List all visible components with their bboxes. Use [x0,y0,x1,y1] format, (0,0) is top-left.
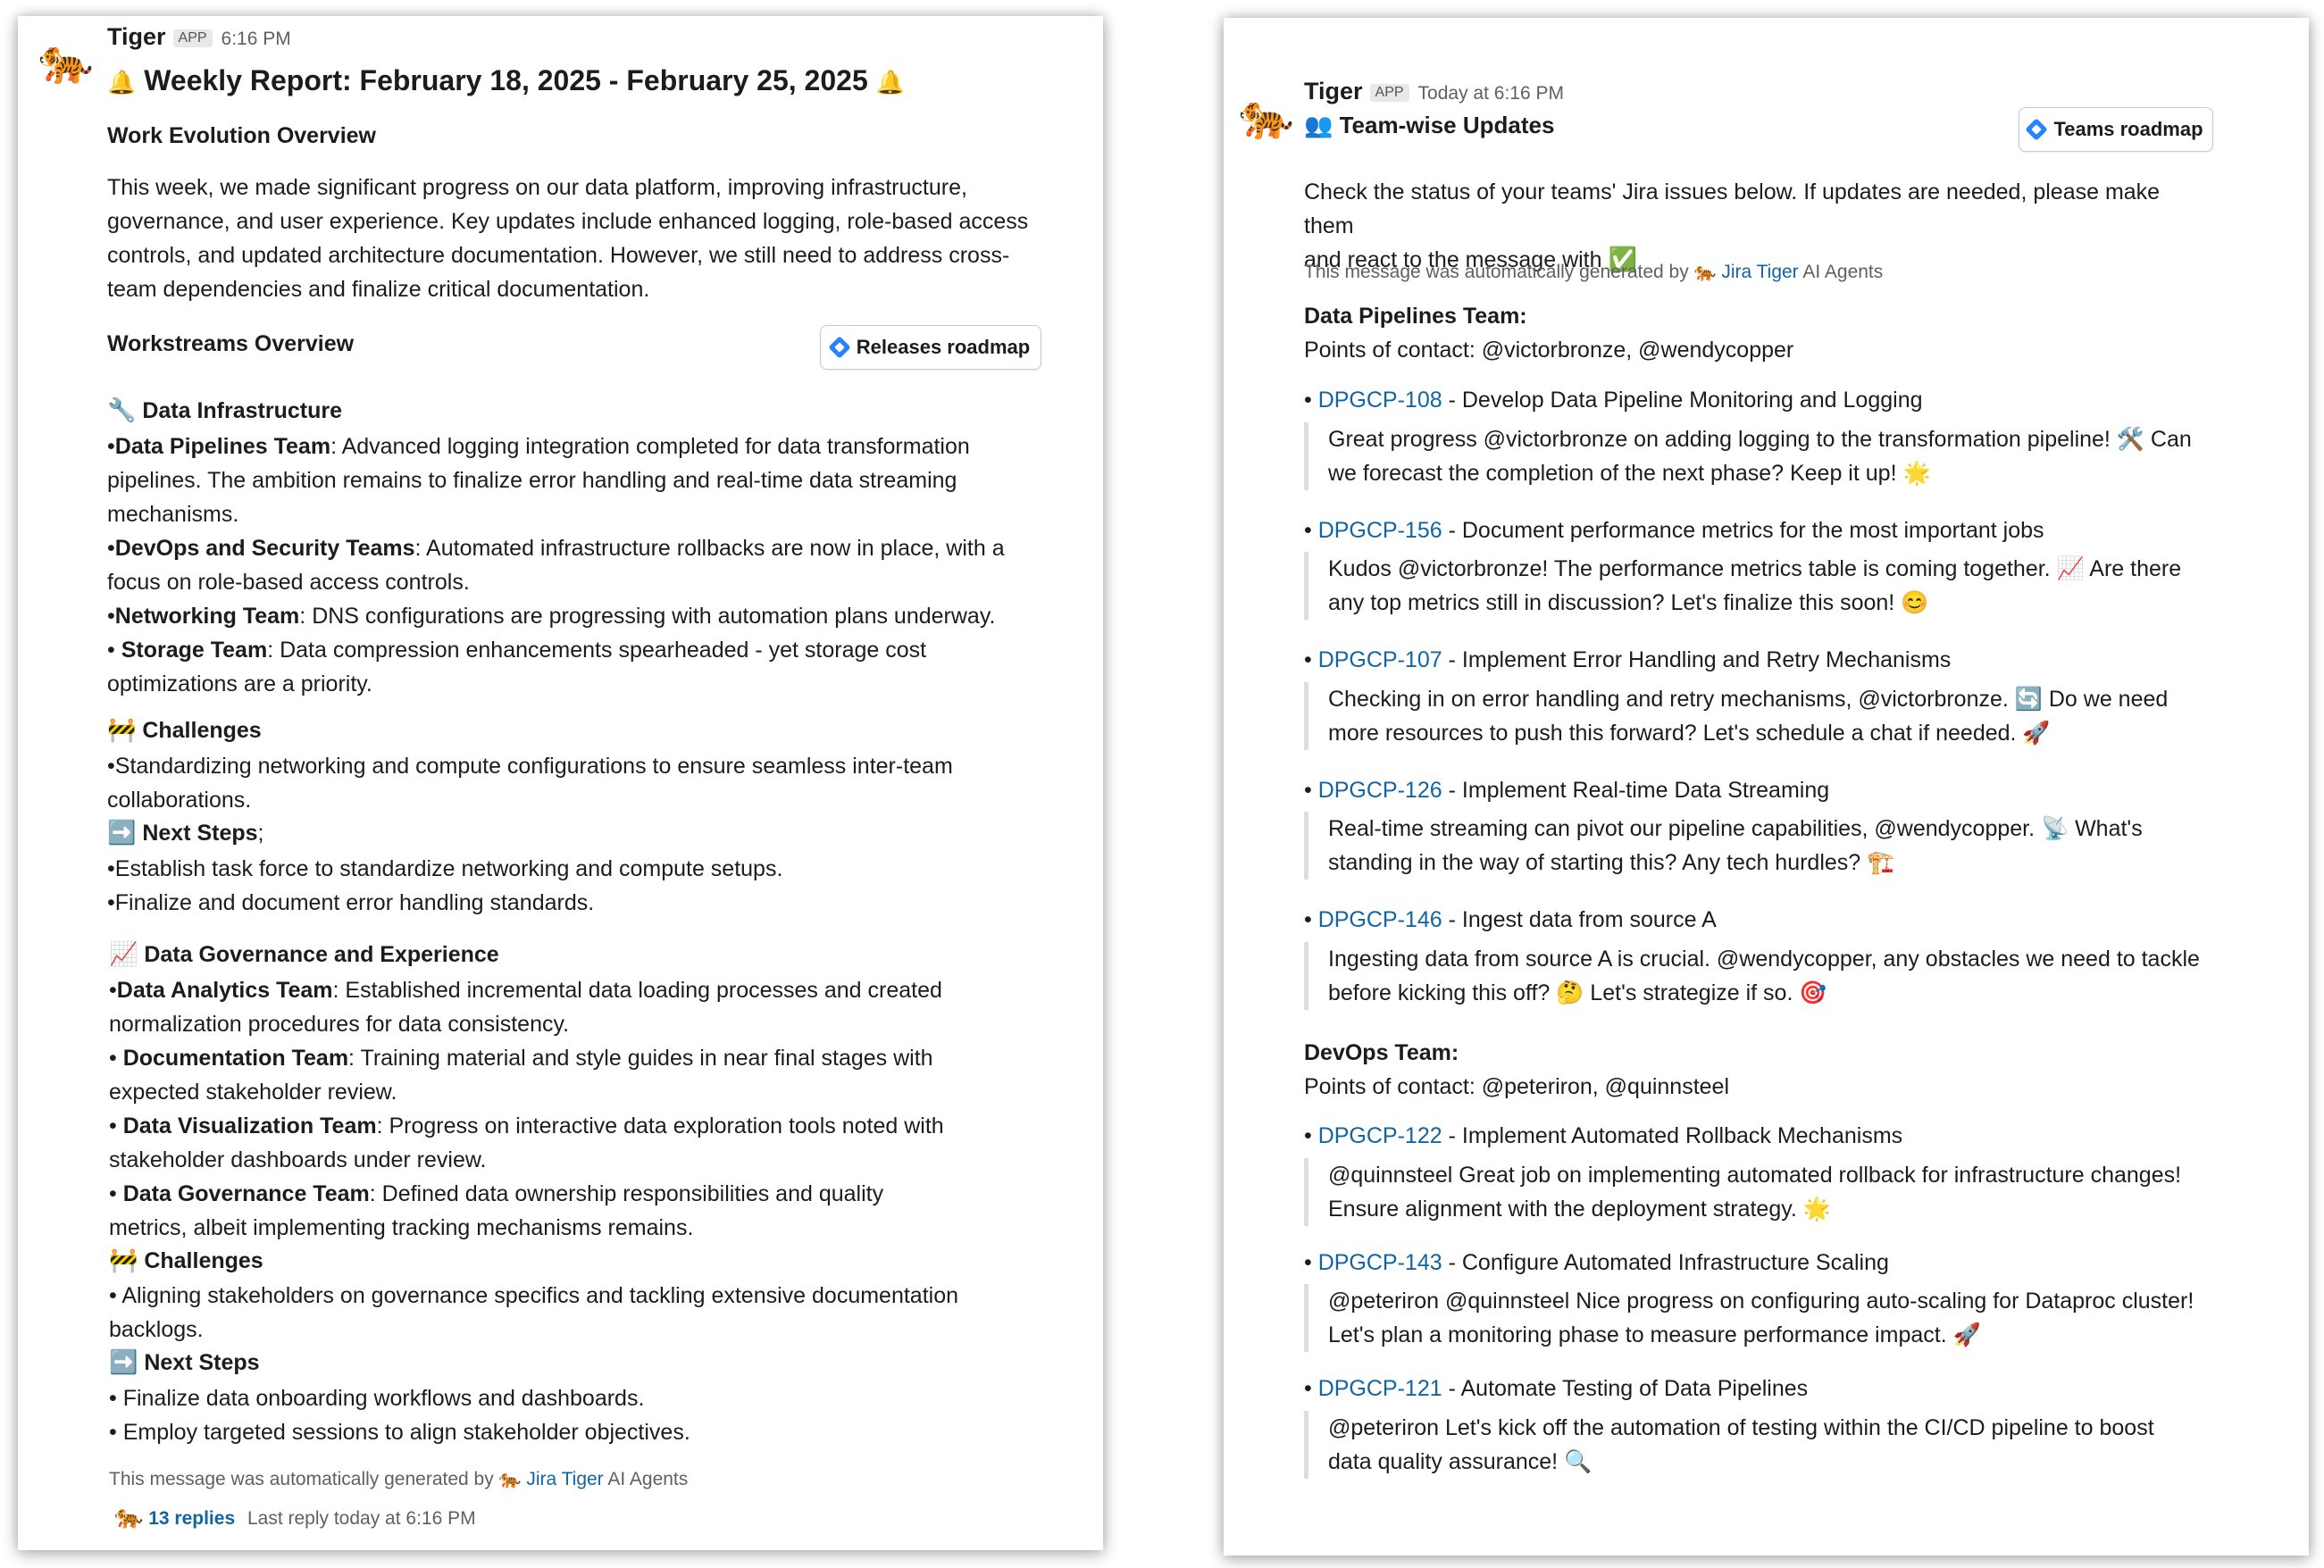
issue-item: • DPGCP-108 - Develop Data Pipeline Moni… [1304,388,1923,413]
last-reply: Last reply today at 6:16 PM [247,1508,476,1529]
work-evolution-heading: Work Evolution Overview [107,123,377,148]
work-evolution-body: This week, we made significant progress … [107,175,1029,302]
next-steps-list: • Finalize data onboarding workflows and… [109,1381,1056,1449]
list-item: •Establish task force to standardize net… [107,856,783,881]
list-item: • Finalize data onboarding workflows and… [109,1386,645,1411]
list-item: • Aligning stakeholders on governance sp… [109,1283,959,1342]
list-item: • Documentation Team: Training material … [109,1046,933,1105]
bell-icon: 🔔 [875,70,905,96]
releases-roadmap-button[interactable]: Releases roadmap [820,325,1041,370]
issue-comment: Great progress @victorbronze on adding l… [1304,422,2230,490]
data-governance-heading: 📈 Data Governance and Experience [109,941,499,968]
app-badge: APP [1369,84,1409,102]
issue-link[interactable]: DPGCP-122 [1318,1123,1442,1148]
construction-barrier-icon: 🚧 [107,717,137,744]
list-item: •DevOps and Security Teams: Automated in… [107,536,1005,595]
team-name: DevOps Team: [1304,1040,1459,1065]
issue-item: • DPGCP-146 - Ingest data from source A [1304,907,1717,932]
construction-barrier-icon: 🚧 [109,1247,138,1274]
issue-link[interactable]: DPGCP-121 [1318,1376,1442,1401]
issue-link[interactable]: DPGCP-156 [1318,518,1442,543]
auto-generated-footer: This message was automatically generated… [1304,261,1884,282]
wrench-icon: 🔧 [107,397,137,424]
right-arrow-icon: ➡️ [107,820,137,847]
app-badge: APP [172,29,213,47]
people-icon: 👥 [1304,113,1333,139]
issue-item: • DPGCP-143 - Configure Automated Infras… [1304,1250,1889,1275]
issue-comment: Checking in on error handling and retry … [1304,682,2230,750]
team-section-devops: DevOps Team: Points of contact: @peterir… [1304,1036,1729,1104]
list-item: •Finalize and document error handling st… [107,890,595,915]
tiger-avatar-icon: 🐅 [114,1504,144,1530]
next-steps-list: •Establish task force to standardize net… [107,852,1054,920]
bot-name[interactable]: Tiger [107,23,166,50]
issue-comment: @quinnsteel Great job on implementing au… [1304,1158,2230,1226]
issue-link[interactable]: DPGCP-107 [1318,647,1442,672]
issue-item: • DPGCP-122 - Implement Automated Rollba… [1304,1123,1903,1148]
message-header: Tiger APP 6:16 PM [107,23,291,51]
team-contacts: Points of contact: @victorbronze, @wendy… [1304,338,1794,363]
replies-link[interactable]: 13 replies [148,1508,235,1529]
timestamp[interactable]: 6:16 PM [222,29,291,49]
issue-item: • DPGCP-156 - Document performance metri… [1304,518,2044,543]
thread-replies: 🐅 13 replies Last reply today at 6:16 PM [114,1504,476,1532]
jira-icon [828,336,851,359]
message-header: Tiger APP Today at 6:16 PM [1304,78,1564,105]
issue-item: • DPGCP-126 - Implement Real-time Data S… [1304,778,1830,803]
right-arrow-icon: ➡️ [109,1349,138,1376]
data-infrastructure-heading: 🔧 Data Infrastructure [107,397,342,424]
list-item: •Standardizing networking and compute co… [107,754,953,813]
tiger-avatar-icon[interactable]: 🐅 [38,32,95,89]
challenges-heading: 🚧 Challenges [107,717,262,744]
tiger-icon: 🐅 [498,1468,522,1489]
issue-link[interactable]: DPGCP-126 [1318,778,1442,803]
jira-tiger-link[interactable]: Jira Tiger [526,1469,603,1489]
issue-link[interactable]: DPGCP-146 [1318,907,1442,932]
infra-list: •Data Pipelines Team: Advanced logging i… [107,430,1054,701]
issue-comment: Ingesting data from source A is crucial.… [1304,942,2230,1010]
jira-icon [2025,118,2049,141]
list-item: •Data Pipelines Team: Advanced logging i… [107,434,970,527]
list-item: •Data Analytics Team: Established increm… [109,978,942,1037]
bot-name[interactable]: Tiger [1304,78,1363,104]
governance-list: •Data Analytics Team: Established increm… [109,973,966,1245]
challenges-heading: 🚧 Challenges [109,1247,263,1274]
issue-comment: @peteriron @quinnsteel Nice progress on … [1304,1284,2230,1352]
chart-increasing-icon: 📈 [109,941,138,968]
team-section-data-pipelines: Data Pipelines Team: Points of contact: … [1304,299,1793,367]
list-item: • Employ targeted sessions to align stak… [109,1420,690,1445]
list-item: • Storage Team: Data compression enhance… [107,638,927,696]
teams-roadmap-button[interactable]: Teams roadmap [2019,107,2213,152]
issue-comment: Kudos @victorbronze! The performance met… [1304,552,2230,620]
next-steps-heading: ➡️ Next Steps; [107,820,264,847]
list-item: • Data Governance Team: Defined data own… [109,1181,884,1240]
timestamp[interactable]: Today at 6:16 PM [1418,83,1564,104]
issue-comment: @peteriron Let's kick off the automation… [1304,1411,2230,1479]
issue-comment: Real-time streaming can pivot our pipeli… [1304,812,2230,880]
issue-item: • DPGCP-107 - Implement Error Handling a… [1304,647,1952,672]
auto-generated-footer: This message was automatically generated… [109,1468,689,1489]
jira-tiger-link[interactable]: Jira Tiger [1721,262,1798,282]
issue-link[interactable]: DPGCP-143 [1318,1250,1442,1275]
updates-title: 👥 Team-wise Updates [1304,112,1555,139]
team-contacts: Points of contact: @peteriron, @quinnste… [1304,1074,1730,1099]
bell-icon: 🔔 [107,70,137,96]
team-name: Data Pipelines Team: [1304,304,1527,329]
list-item: •Networking Team: DNS configurations are… [107,604,996,629]
issue-link[interactable]: DPGCP-108 [1318,388,1442,413]
tiger-avatar-icon[interactable]: 🐅 [1238,88,1295,145]
workstreams-heading: Workstreams Overview [107,331,355,356]
next-steps-heading: ➡️ Next Steps [109,1349,260,1376]
report-title: 🔔 Weekly Report: February 18, 2025 - Feb… [107,64,905,96]
list-item: • Data Visualization Team: Progress on i… [109,1113,944,1172]
tiger-icon: 🐅 [1693,261,1717,282]
issue-item: • DPGCP-121 - Automate Testing of Data P… [1304,1376,1809,1401]
